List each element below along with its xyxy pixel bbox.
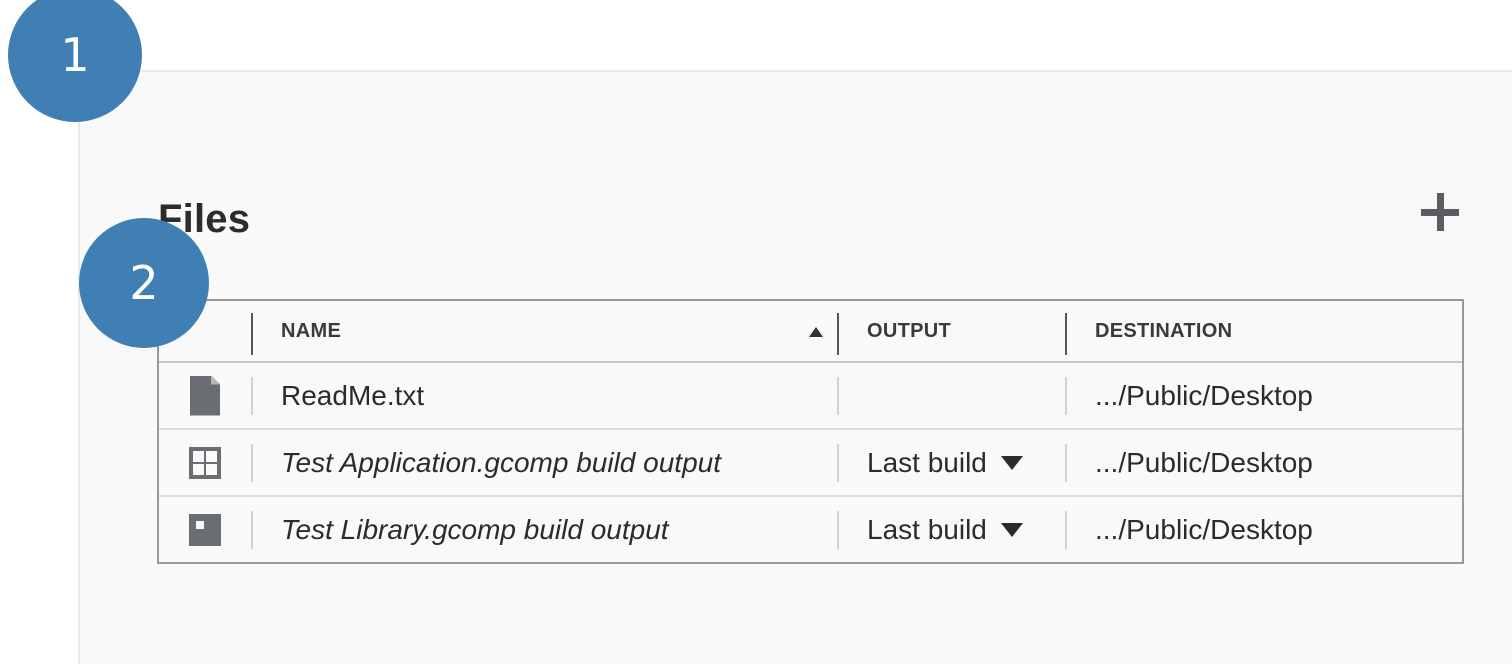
table-row[interactable]: Test Application.gcomp build output Last… bbox=[159, 430, 1462, 497]
file-name: Test Application.gcomp build output bbox=[281, 446, 721, 478]
destination-value: .../Public/Desktop bbox=[1095, 513, 1313, 545]
callout-marker-2: 2 bbox=[79, 218, 209, 348]
table-row[interactable]: Test Library.gcomp build output Last bui… bbox=[159, 497, 1462, 562]
table-row[interactable]: ReadMe.txt .../Public/Desktop bbox=[159, 363, 1462, 430]
caret-down-icon bbox=[1000, 455, 1023, 470]
file-name: ReadMe.txt bbox=[281, 379, 425, 411]
files-table: NAME OUTPUT DESTINATION ReadMe.txt .../P… bbox=[157, 299, 1464, 564]
output-dropdown[interactable]: Last build bbox=[867, 447, 1023, 479]
output-dropdown-value: Last build bbox=[867, 446, 987, 478]
column-header-name[interactable]: NAME bbox=[251, 301, 837, 361]
column-header-output[interactable]: OUTPUT bbox=[837, 301, 1065, 361]
table-header-row: NAME OUTPUT DESTINATION bbox=[159, 301, 1462, 363]
column-header-output-label: OUTPUT bbox=[867, 319, 952, 342]
library-icon bbox=[189, 513, 221, 546]
screen: Files NAME OUTPUT DESTINATION ReadMe.txt… bbox=[0, 0, 1512, 664]
destination-value: .../Public/Desktop bbox=[1095, 379, 1313, 411]
destination-value: .../Public/Desktop bbox=[1095, 446, 1313, 478]
application-grid-icon bbox=[189, 446, 221, 479]
text-file-icon bbox=[190, 375, 220, 416]
column-header-name-label: NAME bbox=[281, 319, 342, 342]
output-dropdown[interactable]: Last build bbox=[867, 514, 1023, 546]
file-name: Test Library.gcomp build output bbox=[281, 513, 669, 545]
sort-ascending-icon bbox=[809, 327, 823, 337]
output-dropdown-value: Last build bbox=[867, 513, 987, 545]
column-header-destination-label: DESTINATION bbox=[1095, 319, 1233, 342]
caret-down-icon bbox=[1000, 522, 1023, 537]
add-file-button[interactable] bbox=[1416, 188, 1464, 236]
column-header-destination[interactable]: DESTINATION bbox=[1065, 301, 1462, 361]
